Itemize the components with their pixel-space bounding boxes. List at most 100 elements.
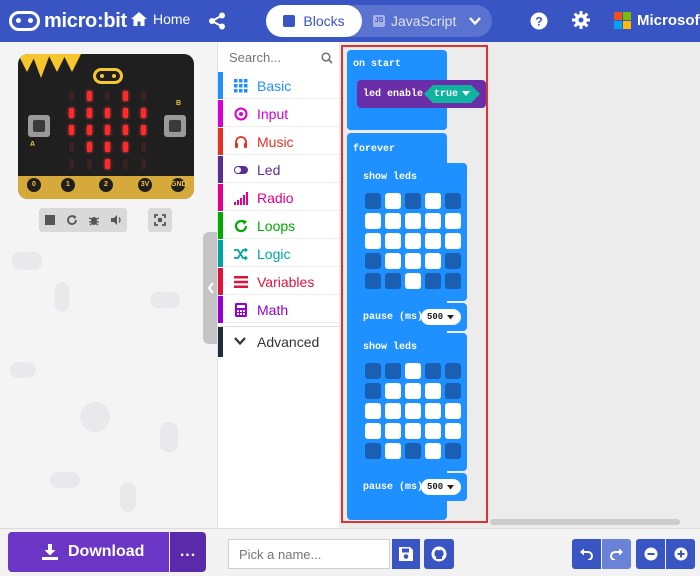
share-button[interactable] — [208, 12, 226, 35]
redo-button[interactable] — [602, 539, 631, 569]
sim-led — [123, 125, 128, 135]
more-options-button[interactable]: ... — [170, 532, 206, 572]
zoom-in-button[interactable] — [666, 539, 695, 569]
sim-led — [105, 91, 110, 101]
grid-icon — [234, 79, 248, 93]
category-radio[interactable]: Radio — [218, 184, 340, 211]
debug-button[interactable] — [83, 208, 105, 232]
category-advanced[interactable]: Advanced — [218, 326, 340, 357]
pin-gnd[interactable]: GND — [169, 176, 187, 194]
pin-1[interactable]: 1 — [59, 176, 77, 194]
category-label: Radio — [257, 190, 294, 206]
headphones-icon — [235, 136, 247, 148]
svg-text:?: ? — [535, 15, 542, 29]
redo-icon — [610, 548, 623, 560]
sim-led — [141, 108, 146, 118]
button-b-label: B — [176, 100, 182, 107]
sim-led — [69, 108, 74, 118]
stop-icon — [45, 215, 55, 225]
mute-button[interactable] — [105, 208, 127, 232]
category-loops[interactable]: Loops — [218, 212, 340, 239]
background-doodle — [12, 252, 42, 270]
sim-led — [105, 125, 110, 135]
undo-button[interactable] — [572, 539, 601, 569]
save-button[interactable] — [392, 539, 420, 569]
stop-button[interactable] — [39, 208, 61, 232]
background-doodle — [50, 472, 80, 488]
category-label: Advanced — [257, 334, 320, 350]
collapse-simulator-button[interactable] — [203, 232, 218, 344]
share-icon — [209, 12, 225, 30]
category-music[interactable]: Music — [218, 128, 340, 155]
category-color-bar — [218, 240, 223, 267]
project-name-input[interactable] — [228, 539, 390, 569]
language-dropdown-button[interactable] — [468, 14, 482, 33]
category-math[interactable]: Math — [218, 296, 340, 323]
toolbox-search — [218, 42, 340, 72]
fullscreen-icon — [154, 214, 166, 226]
blocks-workspace[interactable]: on start led enable true forever show le… — [339, 42, 700, 528]
github-button[interactable] — [424, 539, 454, 569]
tab-blocks[interactable]: Blocks — [266, 5, 362, 37]
category-label: Basic — [257, 78, 292, 94]
pin-3v[interactable]: 3V — [136, 176, 154, 194]
search-input[interactable] — [229, 48, 319, 66]
sim-led — [123, 142, 128, 152]
chevron-down-icon — [234, 337, 246, 346]
background-doodle — [160, 422, 178, 452]
category-color-bar — [218, 72, 223, 99]
home-button[interactable]: Home — [131, 11, 190, 27]
pin-0[interactable]: 0 — [25, 176, 43, 194]
javascript-icon: JS — [373, 15, 385, 27]
zoom-out-button[interactable] — [636, 539, 665, 569]
more-options-label: ... — [179, 543, 197, 560]
top-menu-bar: micro:bit Home Blocks JS JavaScript ? Mi… — [0, 0, 700, 42]
sim-led — [69, 142, 74, 152]
help-button[interactable]: ? — [530, 12, 548, 35]
pin-2[interactable]: 2 — [97, 176, 115, 194]
category-basic[interactable]: Basic — [218, 72, 340, 99]
fullscreen-button[interactable] — [148, 208, 172, 232]
signal-icon — [234, 192, 248, 205]
background-doodle — [150, 292, 180, 308]
microsoft-brand[interactable]: Microsoft — [614, 12, 700, 29]
sim-led — [87, 142, 92, 152]
category-label: Input — [257, 106, 289, 122]
chevron-down-icon — [469, 17, 481, 26]
category-input[interactable]: Input — [218, 100, 340, 127]
category-label: Logic — [257, 246, 291, 262]
search-icon[interactable] — [321, 52, 333, 64]
category-led[interactable]: Led — [218, 156, 340, 183]
category-variables[interactable]: Variables — [218, 268, 340, 295]
sim-led — [123, 159, 128, 169]
target-icon — [234, 107, 248, 121]
sim-led — [123, 91, 128, 101]
button-a[interactable] — [28, 115, 50, 137]
category-color-bar — [218, 100, 223, 127]
sim-led — [141, 125, 146, 135]
microbit-logo[interactable]: micro:bit — [9, 10, 127, 32]
background-doodle — [10, 362, 36, 378]
tab-blocks-label: Blocks — [303, 13, 345, 29]
shuffle-icon — [234, 247, 248, 261]
category-label: Variables — [257, 274, 315, 290]
editor-toggle: Blocks JS JavaScript — [266, 5, 492, 37]
sim-led — [69, 91, 74, 101]
tab-javascript[interactable]: JS JavaScript — [373, 5, 456, 37]
download-button[interactable]: Download — [8, 532, 169, 572]
sim-led — [105, 108, 110, 118]
workspace-scrollbar[interactable] — [490, 519, 680, 525]
github-icon — [431, 546, 447, 562]
sound-icon — [110, 215, 121, 225]
restart-button[interactable] — [61, 208, 83, 232]
category-logic[interactable]: Logic — [218, 240, 340, 267]
button-b[interactable] — [164, 115, 186, 137]
settings-button[interactable] — [572, 11, 590, 34]
tab-javascript-label: JavaScript — [391, 13, 457, 29]
sim-led — [141, 159, 146, 169]
microbit-board: A B 0 1 2 3V GND — [18, 54, 194, 199]
category-color-bar — [218, 212, 223, 239]
toggle-icon — [234, 166, 248, 174]
bottom-toolbar: Download ... — [0, 528, 700, 576]
sim-led — [87, 108, 92, 118]
